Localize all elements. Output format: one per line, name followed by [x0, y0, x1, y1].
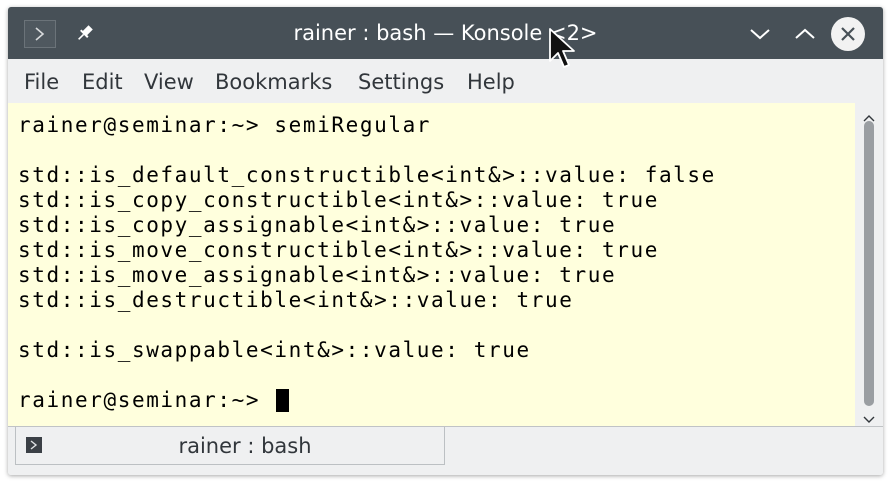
konsole-window: rainer : bash — Konsole <2> File Edit Vi… [8, 7, 883, 475]
tab-rainer-bash[interactable]: rainer : bash [15, 427, 445, 465]
tab-label: rainer : bash [178, 434, 312, 458]
mouse-pointer-icon [548, 27, 578, 73]
tab-bar: rainer : bash [8, 426, 883, 475]
menu-edit[interactable]: Edit [82, 59, 123, 103]
scrollbar-thumb[interactable] [864, 121, 874, 406]
terminal-output[interactable]: rainer@seminar:~> semiRegular std::is_de… [8, 103, 855, 426]
scroll-up-icon[interactable] [862, 108, 876, 122]
terminal-line: std::is_move_constructible<int&>::value:… [18, 238, 659, 262]
terminal-prompt-icon[interactable] [24, 20, 56, 48]
terminal-line: std::is_default_constructible<int&>::val… [18, 163, 716, 187]
chevron-down-icon[interactable] [744, 18, 776, 50]
terminal-line: std::is_swappable<int&>::value: true [18, 338, 531, 362]
prompt-text: rainer@seminar:~> [18, 388, 275, 412]
titlebar[interactable]: rainer : bash — Konsole <2> [8, 7, 883, 59]
terminal-line: std::is_copy_constructible<int&>::value:… [18, 188, 659, 212]
window-title: rainer : bash — Konsole <2> [293, 21, 598, 45]
scrollbar-track[interactable] [864, 121, 874, 406]
terminal-line: rainer@seminar:~> semiRegular [18, 113, 432, 137]
menu-help[interactable]: Help [467, 59, 515, 103]
terminal-prompt-line: rainer@seminar:~> [18, 388, 290, 413]
menu-bookmarks[interactable]: Bookmarks [215, 59, 332, 103]
close-icon[interactable] [831, 17, 865, 51]
text-cursor [276, 388, 290, 412]
terminal-line: std::is_move_assignable<int&>::value: tr… [18, 263, 617, 287]
menu-settings[interactable]: Settings [358, 59, 444, 103]
terminal-line: std::is_destructible<int&>::value: true [18, 288, 574, 312]
chevron-up-icon[interactable] [789, 18, 821, 50]
vertical-scrollbar[interactable] [855, 103, 883, 426]
pin-icon[interactable] [72, 20, 98, 46]
terminal-prompt-icon [26, 437, 42, 453]
scroll-down-icon[interactable] [862, 410, 876, 423]
menu-bar: File Edit View Bookmarks Settings Help [8, 59, 883, 103]
menu-view[interactable]: View [144, 59, 194, 103]
menu-file[interactable]: File [24, 59, 59, 103]
terminal-line: std::is_copy_assignable<int&>::value: tr… [18, 213, 617, 237]
